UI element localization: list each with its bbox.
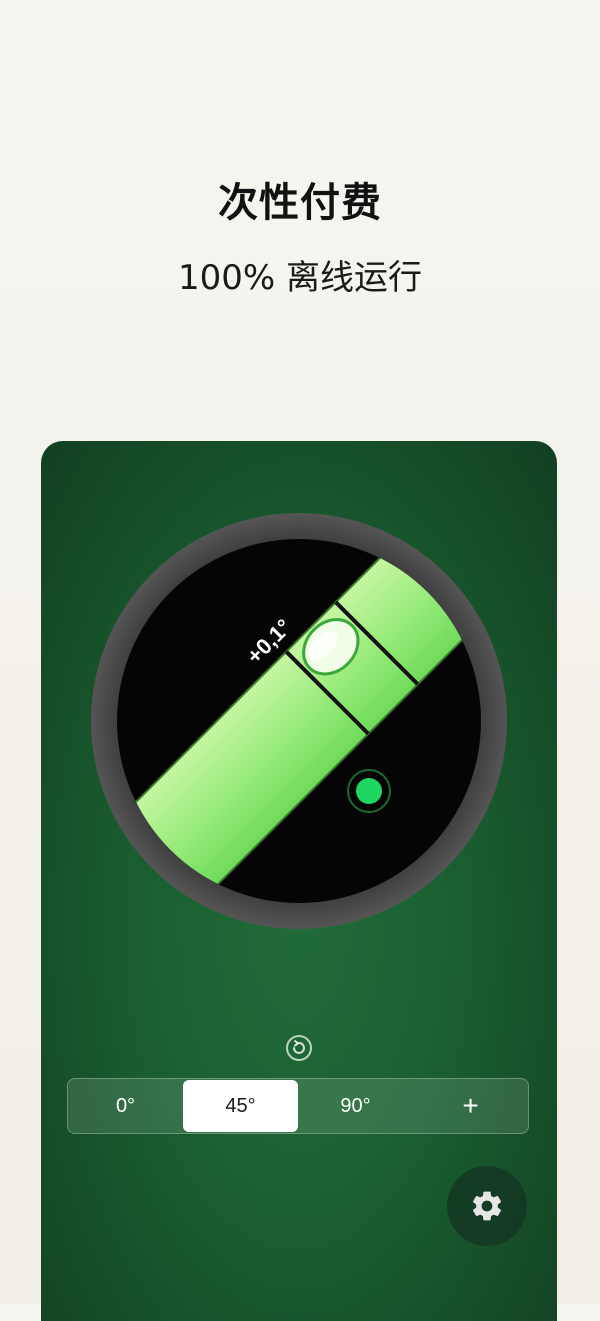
subline: 100% 离线运行	[177, 258, 422, 298]
calibration-dot	[356, 778, 382, 804]
add-angle-button[interactable]: +	[413, 1079, 528, 1133]
angle-option-45[interactable]: 45°	[183, 1080, 298, 1132]
rotate-reset-icon[interactable]	[285, 1034, 313, 1062]
angle-preset-selector: 0° 45° 90° +	[67, 1078, 529, 1134]
level-app-preview: +0,1° 0° 45° 90° +	[41, 441, 557, 1321]
settings-button[interactable]	[447, 1166, 527, 1246]
headline: 次性付费	[218, 180, 382, 226]
level-dial: +0,1°	[91, 513, 507, 929]
angle-option-90[interactable]: 90°	[298, 1079, 413, 1133]
angle-option-0[interactable]: 0°	[68, 1079, 183, 1133]
gear-icon	[472, 1191, 502, 1221]
